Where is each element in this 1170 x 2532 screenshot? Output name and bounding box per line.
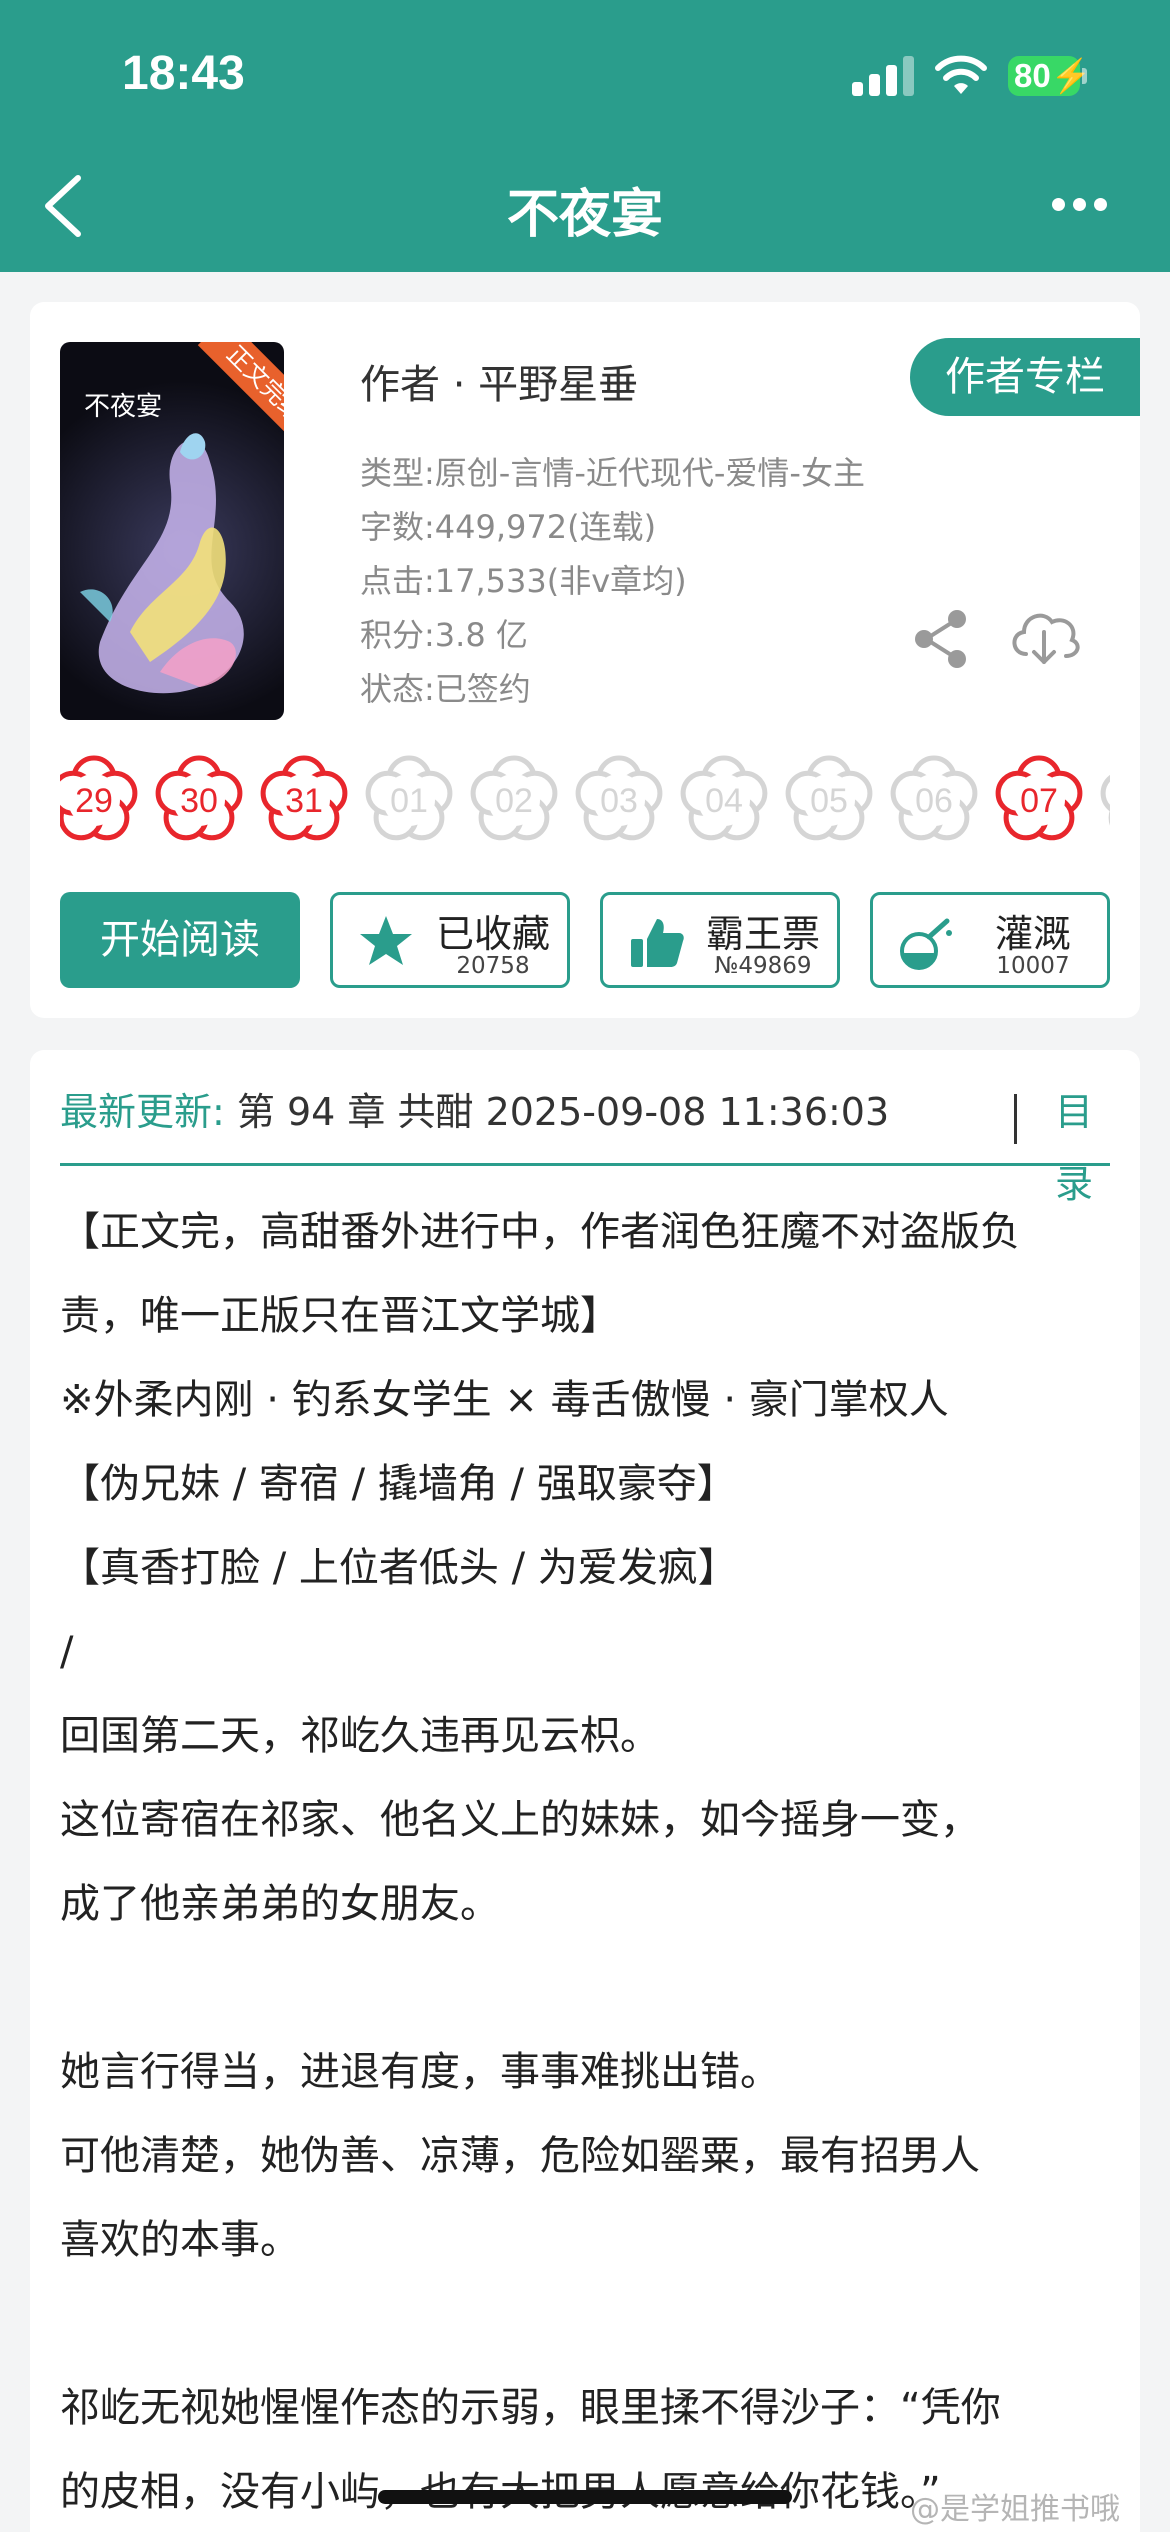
synopsis-line: 祁屹无视她惺惺作态的示弱，眼里揉不得沙子：“凭你 <box>60 2385 1001 2431</box>
synopsis-line: 【正文完，高甜番外进行中，作者润色狂魔不对盗版负 <box>60 1209 1020 1255</box>
flask-icon <box>900 918 952 970</box>
ticket-button[interactable]: 霸王票 №49869 <box>600 892 840 988</box>
status-time: 18:43 <box>122 47 245 100</box>
page-title: 不夜宴 <box>506 185 663 245</box>
synopsis-line <box>60 1946 1120 2030</box>
download-icon[interactable] <box>1006 604 1082 670</box>
cellular-signal-icon <box>852 56 916 96</box>
intro-card: 最新更新: 第 94 章 共酣 2025-09-08 11:36:03 目录 【… <box>30 1050 1140 2532</box>
nutrient-label: 灌溉 <box>994 912 1071 956</box>
star-icon <box>360 916 412 965</box>
latest-update-label: 最新更新: <box>60 1090 225 1134</box>
author-column-button[interactable]: 作者专栏 <box>910 338 1140 416</box>
meta-clicks: 点击:17,533(非v章均) <box>360 562 687 600</box>
synopsis-line: 可他清楚，她伪善、凉薄，危险如罂粟，最有招男人 <box>60 2133 980 2179</box>
synopsis-line: / <box>60 1629 74 1675</box>
meta-genre: 类型:原创-言情-近代现代-爱情-女主 <box>360 454 865 492</box>
latest-update-text: 第 94 章 共酣 2025-09-08 11:36:03 <box>236 1090 890 1134</box>
calendar-day-label: 03 <box>600 782 638 820</box>
synopsis-line: 责，唯一正版只在晋江文学城】 <box>60 1293 620 1339</box>
meta-score: 积分:3.8 亿 <box>360 616 528 654</box>
wifi-icon <box>935 55 987 94</box>
synopsis-line: 【伪兄妹 / 寄宿 / 撬墙角 / 强取豪夺】 <box>60 1461 737 1507</box>
nutrient-count: 10007 <box>996 953 1070 979</box>
latest-update-row[interactable]: 最新更新: 第 94 章 共酣 2025-09-08 11:36:03 目录 <box>60 1076 1110 1206</box>
collect-button[interactable]: 已收藏 20758 <box>330 892 570 988</box>
calendar-day-label: 29 <box>75 782 113 820</box>
nutrient-button[interactable]: 灌溉 10007 <box>870 892 1110 988</box>
battery-level: 80 <box>1014 57 1051 94</box>
calendar-day[interactable]: 04 <box>678 754 770 846</box>
synopsis-line: ※外柔内刚 · 钓系女学生 × 毒舌傲慢 · 豪门掌权人 <box>60 1377 949 1423</box>
calendar-day-label: 05 <box>810 782 848 820</box>
divider <box>1014 1094 1017 1144</box>
ticket-count: №49869 <box>714 953 812 979</box>
synopsis-line: 回国第二天，祁屹久违再见云枳。 <box>60 1713 660 1759</box>
calendar-day-partial <box>1098 754 1110 846</box>
thumbs-up-icon <box>631 919 684 967</box>
calendar-day-label: 31 <box>285 782 323 820</box>
synopsis-line: 喜欢的本事。 <box>60 2217 300 2263</box>
calendar-day-label: 30 <box>180 782 218 820</box>
book-cover[interactable]: 不夜宴 正文完结 <box>60 342 284 720</box>
calendar-day[interactable]: 06 <box>888 754 980 846</box>
calendar-day-label: 02 <box>495 782 533 820</box>
update-calendar: 29 30 31 01 02 03 04 05 06 07 <box>60 754 1110 854</box>
calendar-day[interactable]: 31 <box>258 754 350 846</box>
calendar-day-label: 04 <box>705 782 743 820</box>
synopsis-line <box>60 2282 1120 2366</box>
synopsis-line: 成了他亲弟弟的女朋友。 <box>60 1881 500 1927</box>
calendar-day[interactable]: 02 <box>468 754 560 846</box>
ticket-label: 霸王票 <box>705 912 820 956</box>
home-indicator[interactable] <box>378 2490 792 2504</box>
meta-status: 状态:已签约 <box>360 670 531 708</box>
synopsis-line: 她言行得当，进退有度，事事难挑出错。 <box>60 2049 780 2095</box>
synopsis-line: 【真香打脸 / 上位者低头 / 为爱发疯】 <box>60 1545 738 1591</box>
share-icon[interactable] <box>910 608 972 670</box>
calendar-day[interactable]: 29 <box>60 754 140 846</box>
calendar-day[interactable]: 01 <box>363 754 455 846</box>
calendar-day[interactable]: 05 <box>783 754 875 846</box>
book-info-card: 不夜宴 正文完结 作者 · 平野星垂 作者专栏 类型:原创-言情-近代现代-爱情… <box>30 302 1140 1018</box>
synopsis-line: 这位寄宿在祁家、他名义上的妹妹，如今摇身一变， <box>60 1797 980 1843</box>
watermark: @是学姐推书哦 <box>910 2492 1120 2527</box>
collect-label: 已收藏 <box>435 912 550 956</box>
flower-icon <box>1100 774 1110 826</box>
calendar-day[interactable]: 30 <box>153 754 245 846</box>
calendar-day-label: 06 <box>915 782 953 820</box>
meta-word-count: 字数:449,972(连载) <box>360 508 657 546</box>
calendar-day-label: 01 <box>390 782 428 820</box>
author-name[interactable]: 作者 · 平野星垂 <box>360 352 638 410</box>
battery-indicator: 80⚡ <box>1008 56 1092 96</box>
calendar-day-label: 07 <box>1020 782 1058 820</box>
app-header: 18:43 80⚡ 不夜宴 <box>0 0 1170 272</box>
book-synopsis: 【正文完，高甜番外进行中，作者润色狂魔不对盗版负 责，唯一正版只在晋江文学城】 ※外… <box>60 1190 1120 2532</box>
start-reading-button[interactable]: 开始阅读 <box>60 892 300 988</box>
calendar-day[interactable]: 07 <box>993 754 1085 846</box>
battery-cap <box>1082 68 1087 84</box>
calendar-day[interactable]: 03 <box>573 754 665 846</box>
cover-title: 不夜宴 <box>84 392 163 422</box>
collect-count: 20758 <box>456 953 530 979</box>
